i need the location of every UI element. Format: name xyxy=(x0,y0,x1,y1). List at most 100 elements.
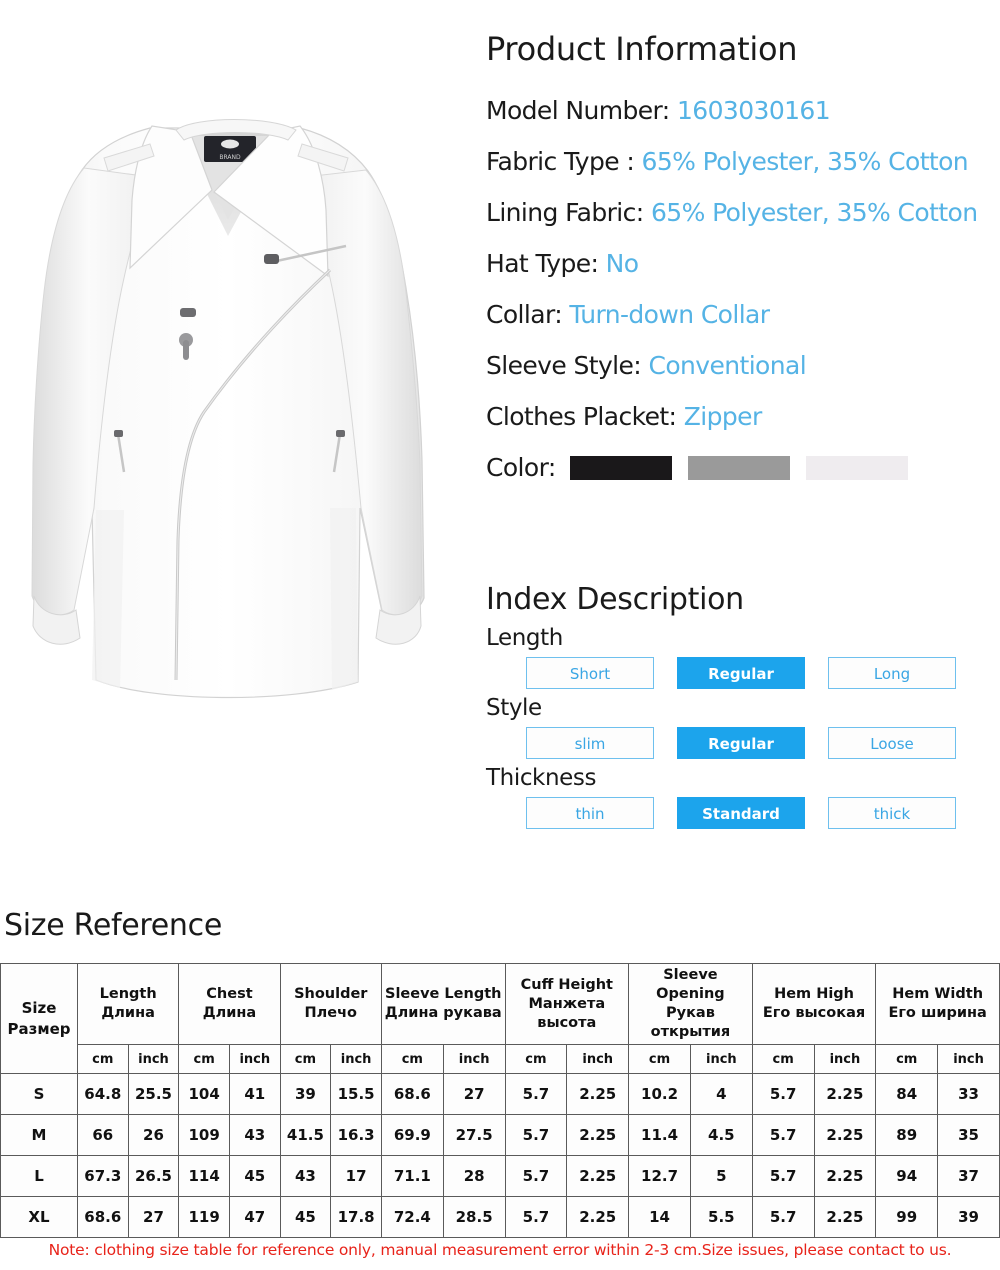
cell-measurement: 71.1 xyxy=(380,1155,444,1197)
header-group-en: Sleeve Opening xyxy=(656,967,725,1002)
cell-size: M xyxy=(0,1114,78,1156)
header-group-hem-width: Hem Width Его ширина xyxy=(875,963,1000,1045)
option-row: slim Regular Loose xyxy=(526,727,1000,759)
header-unit-inch: inch xyxy=(442,1044,506,1074)
color-swatch-gray[interactable] xyxy=(687,455,790,480)
header-group-en: Sleeve Length xyxy=(385,986,502,1002)
option-length-regular[interactable]: Regular xyxy=(677,657,805,689)
spec-label: Lining Fabric: xyxy=(486,198,644,228)
option-thickness-thin[interactable]: thin xyxy=(526,797,654,829)
table-row: XL 68.6 27 119 47 45 17.8 72.4 28.5 5.7 2.25 14 5.5 5… xyxy=(0,1196,1000,1238)
index-description-panel: Index Description Length Short Regular L… xyxy=(486,582,1000,833)
index-group-label: Thickness xyxy=(486,765,597,791)
cell-measurement: 27.5 xyxy=(442,1114,506,1156)
cell-measurement: 2.25 xyxy=(813,1196,877,1238)
option-style-slim[interactable]: slim xyxy=(526,727,654,759)
cell-measurement: 94 xyxy=(875,1155,939,1197)
option-style-loose[interactable]: Loose xyxy=(828,727,956,759)
cell-measurement: 72.4 xyxy=(380,1196,444,1238)
cell-measurement: 5.7 xyxy=(751,1114,815,1156)
cell-measurement: 69.9 xyxy=(380,1114,444,1156)
cell-measurement: 15.5 xyxy=(330,1073,382,1115)
table-row: S 64.8 25.5 104 41 39 15.5 68.6 27 5.7 2.25 10.2 4 5.… xyxy=(0,1073,1000,1115)
header-unit-inch: inch xyxy=(937,1044,1000,1074)
header-group-ru: Плечо xyxy=(304,1005,358,1021)
table-header-row-groups: Size Размер Length Длина Chest Длина Shoulde… xyxy=(0,963,1000,1074)
option-row: thin Standard thick xyxy=(526,797,1000,829)
color-swatch-white[interactable] xyxy=(805,455,908,480)
cell-measurement: 28.5 xyxy=(442,1196,506,1238)
cell-measurement: 2.25 xyxy=(813,1155,877,1197)
cell-measurement: 4.5 xyxy=(689,1114,753,1156)
header-size-ru: Размер xyxy=(7,1019,71,1038)
index-group-thickness: Thickness thin Standard thick xyxy=(486,763,1000,829)
header-size-en: Size xyxy=(21,998,57,1017)
cell-size: L xyxy=(0,1155,78,1197)
cell-measurement: 16.3 xyxy=(330,1114,382,1156)
header-group-en: Length xyxy=(99,986,157,1002)
cell-measurement: 66 xyxy=(76,1114,129,1156)
header-group-en: Chest xyxy=(206,986,253,1002)
cell-measurement: 109 xyxy=(178,1114,230,1156)
option-style-regular[interactable]: Regular xyxy=(677,727,805,759)
cell-measurement: 39 xyxy=(279,1073,332,1115)
header-group-en: Hem High xyxy=(774,986,854,1002)
color-label: Color: xyxy=(486,453,556,483)
white-jacket-image: BRAND xyxy=(31,119,425,699)
cell-measurement: 2.25 xyxy=(566,1073,630,1115)
header-group-ru: Манжета высота xyxy=(528,995,606,1031)
spec-label: Hat Type: xyxy=(486,249,599,279)
cell-measurement: 10.2 xyxy=(628,1073,691,1115)
product-photo: BRAND xyxy=(0,0,470,905)
spec-hat-type: Hat Type: No xyxy=(486,238,1000,289)
header-unit-cm: cm xyxy=(751,1044,815,1074)
spec-label: Model Number: xyxy=(486,96,670,126)
header-group-en: Cuff Height xyxy=(520,976,613,993)
header-unit-cm: cm xyxy=(628,1044,691,1074)
cell-measurement: 2.25 xyxy=(813,1114,877,1156)
color-swatch-black[interactable] xyxy=(569,455,672,480)
svg-text:BRAND: BRAND xyxy=(219,154,241,161)
cell-measurement: 114 xyxy=(178,1155,230,1197)
header-unit-cm: cm xyxy=(380,1044,444,1074)
header-unit-cm: cm xyxy=(504,1044,568,1074)
header-group-sleeve-length: Sleeve Length Длина рукава xyxy=(380,963,506,1045)
spec-label: Fabric Type : xyxy=(486,147,635,177)
cell-measurement: 43 xyxy=(279,1155,332,1197)
index-group-style: Style slim Regular Loose xyxy=(486,693,1000,759)
cell-measurement: 2.25 xyxy=(566,1155,630,1197)
cell-measurement: 5.7 xyxy=(504,1155,568,1197)
cell-measurement: 5.5 xyxy=(689,1196,753,1238)
product-detail-page: BRAND Product Information Model Number: … xyxy=(0,0,1000,1270)
spec-model-number: Model Number: 1603030161 xyxy=(486,85,1000,136)
table-header-row-units: cm inch cm inch cm inch cm inch cm inch cm inch cm in… xyxy=(1,1044,1000,1074)
header-unit-cm: cm xyxy=(279,1044,332,1074)
cell-measurement: 5.7 xyxy=(751,1196,815,1238)
cell-measurement: 99 xyxy=(875,1196,939,1238)
cell-measurement: 33 xyxy=(937,1073,1000,1115)
header-group-shoulder: Shoulder Плечо xyxy=(279,963,382,1045)
option-thickness-standard[interactable]: Standard xyxy=(677,797,805,829)
cell-measurement: 43 xyxy=(228,1114,281,1156)
cell-measurement: 39 xyxy=(937,1196,1000,1238)
table-body: S 64.8 25.5 104 41 39 15.5 68.6 27 5.7 2.25 10.2 4 5.… xyxy=(0,1073,1000,1238)
header-unit-cm: cm xyxy=(76,1044,129,1074)
cell-measurement: 28 xyxy=(442,1155,506,1197)
spec-label: Clothes Placket: xyxy=(486,402,677,432)
cell-measurement: 35 xyxy=(937,1114,1000,1156)
table-row: L 67.3 26.5 114 45 43 17 71.1 28 5.7 2.25 12.7 5 5.7 2… xyxy=(0,1155,1000,1197)
color-swatch-list xyxy=(569,455,924,480)
header-unit-cm: cm xyxy=(875,1044,939,1074)
header-group-hem-high: Hem High Его высокая xyxy=(751,963,877,1045)
cell-measurement: 12.7 xyxy=(628,1155,691,1197)
cell-measurement: 5.7 xyxy=(504,1114,568,1156)
header-group-chest: Chest Длина xyxy=(178,963,281,1045)
cell-measurement: 5.7 xyxy=(504,1196,568,1238)
size-note: Note: clothing size table for reference … xyxy=(48,1241,952,1259)
cell-measurement: 2.25 xyxy=(566,1196,630,1238)
option-length-long[interactable]: Long xyxy=(828,657,956,689)
spec-value: Turn-down Collar xyxy=(569,300,770,330)
option-thickness-thick[interactable]: thick xyxy=(828,797,956,829)
cell-measurement: 47 xyxy=(228,1196,281,1238)
option-length-short[interactable]: Short xyxy=(526,657,654,689)
